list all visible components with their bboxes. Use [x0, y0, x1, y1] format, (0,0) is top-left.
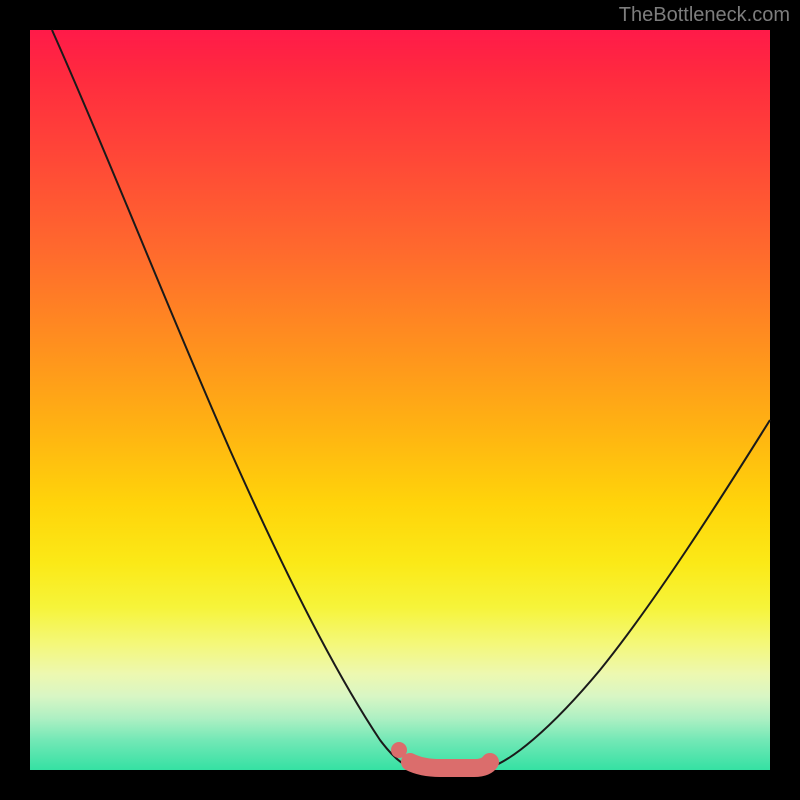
chart-frame: TheBottleneck.com: [0, 0, 800, 800]
watermark-text: TheBottleneck.com: [619, 4, 790, 27]
valley-start-dot: [391, 742, 407, 758]
valley-flat: [410, 762, 490, 768]
curve-layer: [30, 30, 770, 770]
left-curve: [52, 30, 412, 768]
plot-area: [30, 30, 770, 770]
right-curve: [488, 420, 770, 768]
